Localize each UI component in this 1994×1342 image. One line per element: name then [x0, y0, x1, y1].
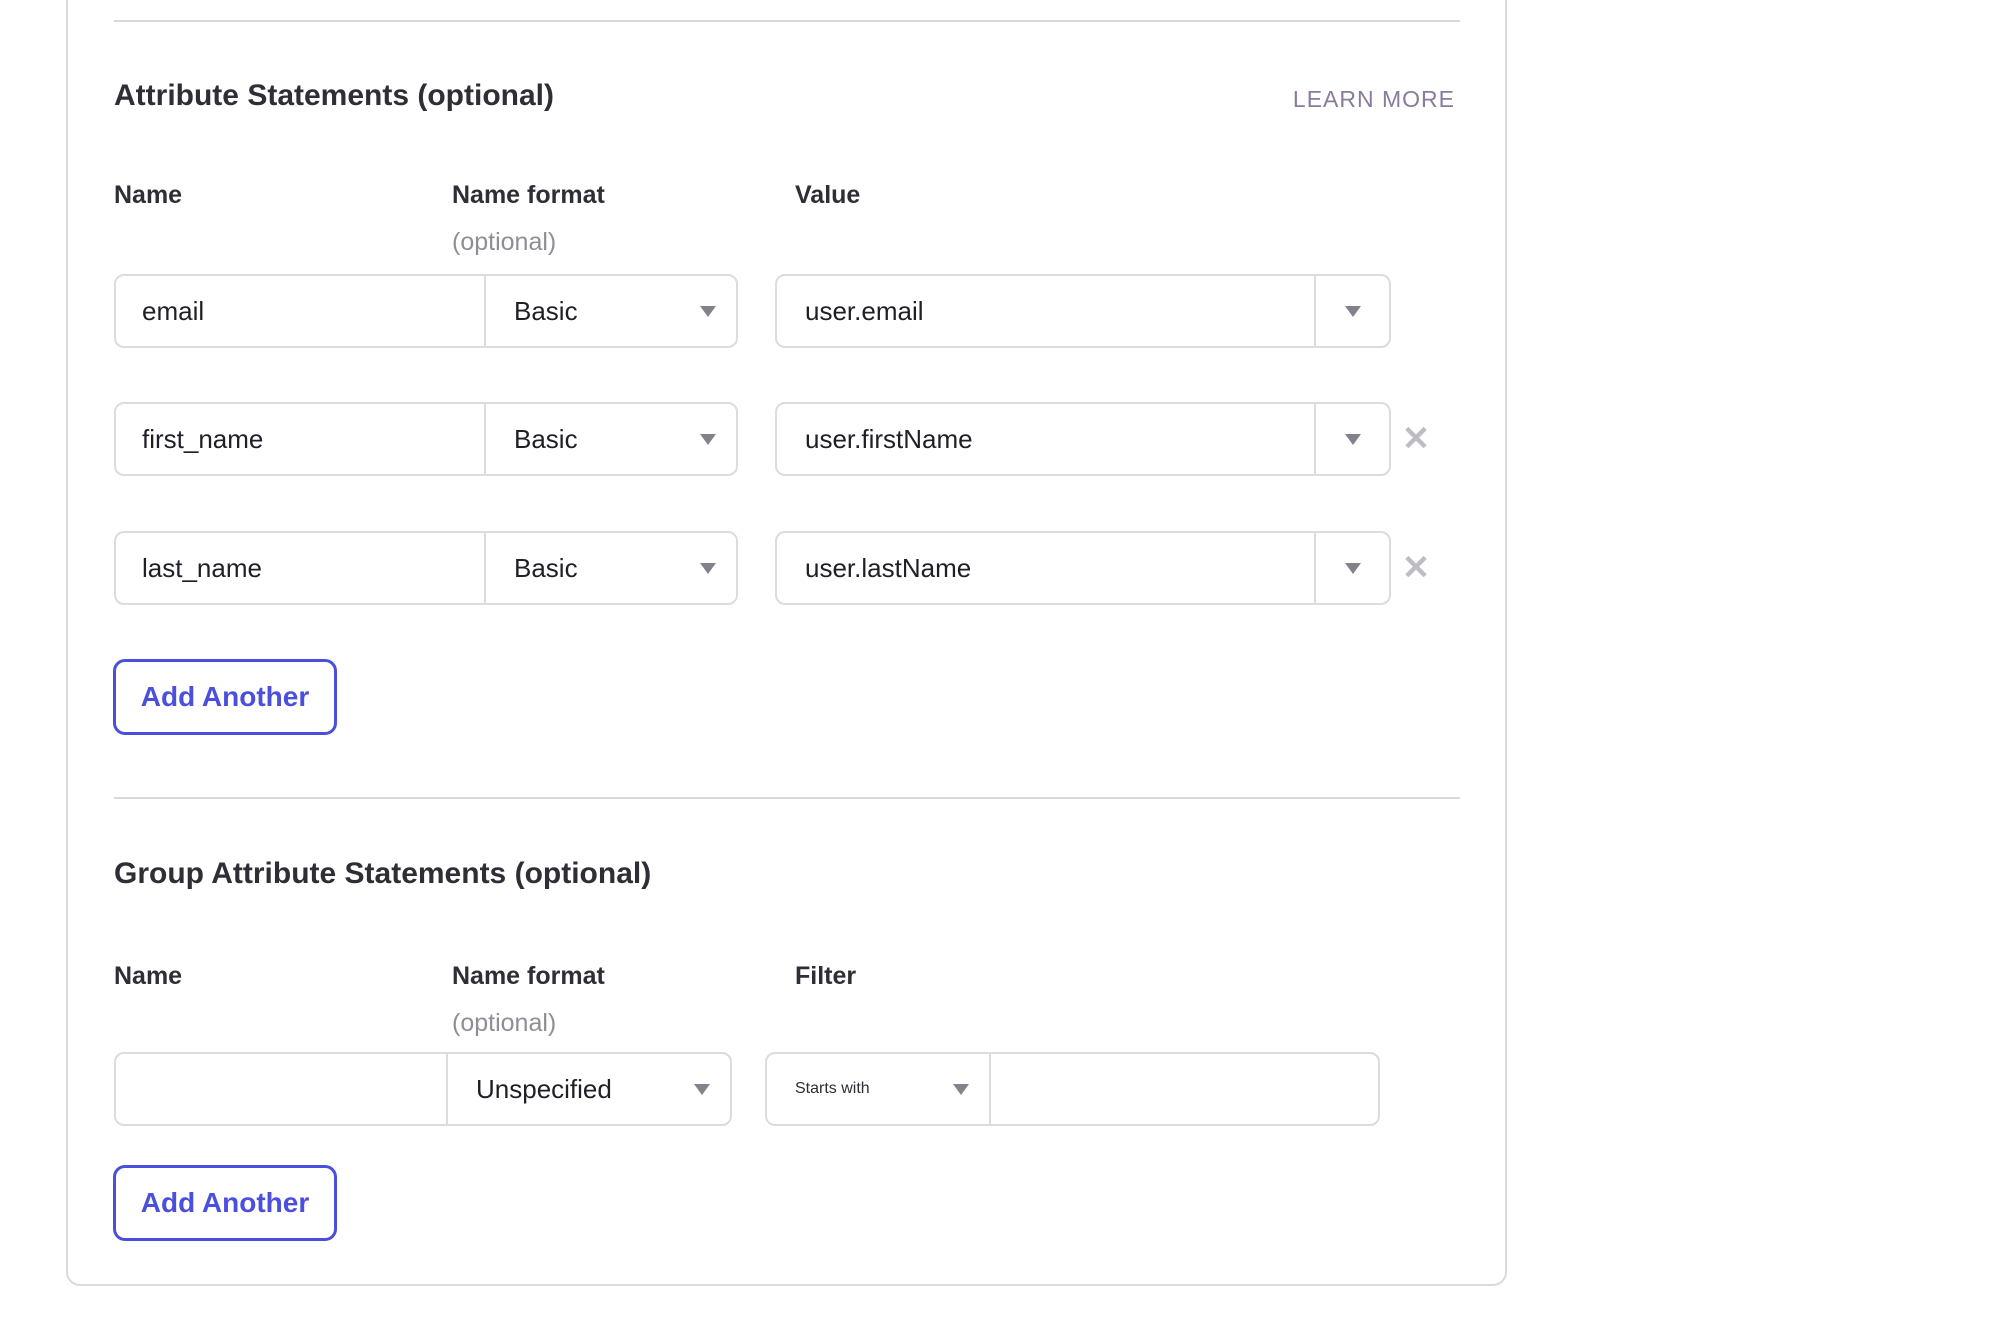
- name-format-select[interactable]: Basic: [486, 276, 736, 346]
- name-format-select[interactable]: Basic: [486, 404, 736, 474]
- remove-row-button[interactable]: ✕: [1394, 417, 1438, 461]
- filter-type-select[interactable]: Starts with: [767, 1054, 991, 1124]
- attribute-value: user.email: [777, 276, 1314, 346]
- group-attribute-statements-title: Group Attribute Statements (optional): [114, 856, 651, 892]
- attribute-statements-title: Attribute Statements (optional): [114, 78, 554, 114]
- saml-settings-card: Attribute Statements (optional) LEARN MO…: [66, 0, 1507, 1286]
- filter-group: Starts with: [765, 1052, 1380, 1126]
- chevron-down-icon: [700, 434, 716, 445]
- add-another-button[interactable]: Add Another: [113, 659, 337, 735]
- attribute-value: user.firstName: [777, 404, 1314, 474]
- chevron-down-icon: [700, 563, 716, 574]
- attribute-value-select[interactable]: user.firstName: [775, 402, 1391, 476]
- attribute-row: Basic user.lastName ✕: [68, 531, 1505, 605]
- column-header-filter: Filter: [795, 961, 856, 991]
- chevron-down-icon: [953, 1084, 969, 1095]
- column-header-optional-note: (optional): [452, 227, 556, 257]
- column-header-value: Value: [795, 180, 860, 210]
- attribute-row: Basic user.firstName ✕: [68, 402, 1505, 476]
- name-format-value: Basic: [514, 553, 578, 584]
- chevron-down-icon: [694, 1084, 710, 1095]
- name-format-select[interactable]: Basic: [486, 533, 736, 603]
- name-format-value: Unspecified: [476, 1074, 612, 1105]
- add-another-button[interactable]: Add Another: [113, 1165, 337, 1241]
- attribute-row: Basic user.email: [68, 274, 1505, 348]
- attribute-value-select[interactable]: user.lastName: [775, 531, 1391, 605]
- name-and-format-group: Basic: [114, 274, 738, 348]
- select-caret-button[interactable]: [1314, 276, 1389, 346]
- column-header-name-format: Name format: [452, 961, 605, 991]
- name-format-value: Basic: [514, 424, 578, 455]
- group-name-input[interactable]: [116, 1054, 448, 1124]
- learn-more-link[interactable]: LEARN MORE: [1293, 86, 1455, 113]
- filter-type-value: Starts with: [795, 1080, 870, 1098]
- attribute-value-select[interactable]: user.email: [775, 274, 1391, 348]
- chevron-down-icon: [1345, 434, 1361, 445]
- select-caret-button[interactable]: [1314, 404, 1389, 474]
- attribute-name-input[interactable]: [116, 276, 486, 346]
- section-divider: [114, 797, 1460, 799]
- chevron-down-icon: [1345, 306, 1361, 317]
- chevron-down-icon: [1345, 563, 1361, 574]
- select-caret-button[interactable]: [1314, 533, 1389, 603]
- filter-value-input[interactable]: [991, 1054, 1378, 1124]
- name-and-format-group: Basic: [114, 531, 738, 605]
- name-and-format-group: Unspecified: [114, 1052, 732, 1126]
- group-attribute-row: Unspecified Starts with: [68, 1052, 1505, 1126]
- column-header-optional-note: (optional): [452, 1008, 556, 1038]
- attribute-name-input[interactable]: [116, 404, 486, 474]
- column-header-name-format: Name format: [452, 180, 605, 210]
- page: Attribute Statements (optional) LEARN MO…: [0, 0, 1994, 1342]
- top-section-divider: [114, 20, 1460, 22]
- column-header-name: Name: [114, 180, 182, 210]
- chevron-down-icon: [700, 306, 716, 317]
- name-and-format-group: Basic: [114, 402, 738, 476]
- column-header-name: Name: [114, 961, 182, 991]
- group-name-format-select[interactable]: Unspecified: [448, 1054, 730, 1124]
- attribute-name-input[interactable]: [116, 533, 486, 603]
- remove-row-button[interactable]: ✕: [1394, 546, 1438, 590]
- attribute-value: user.lastName: [777, 533, 1314, 603]
- name-format-value: Basic: [514, 296, 578, 327]
